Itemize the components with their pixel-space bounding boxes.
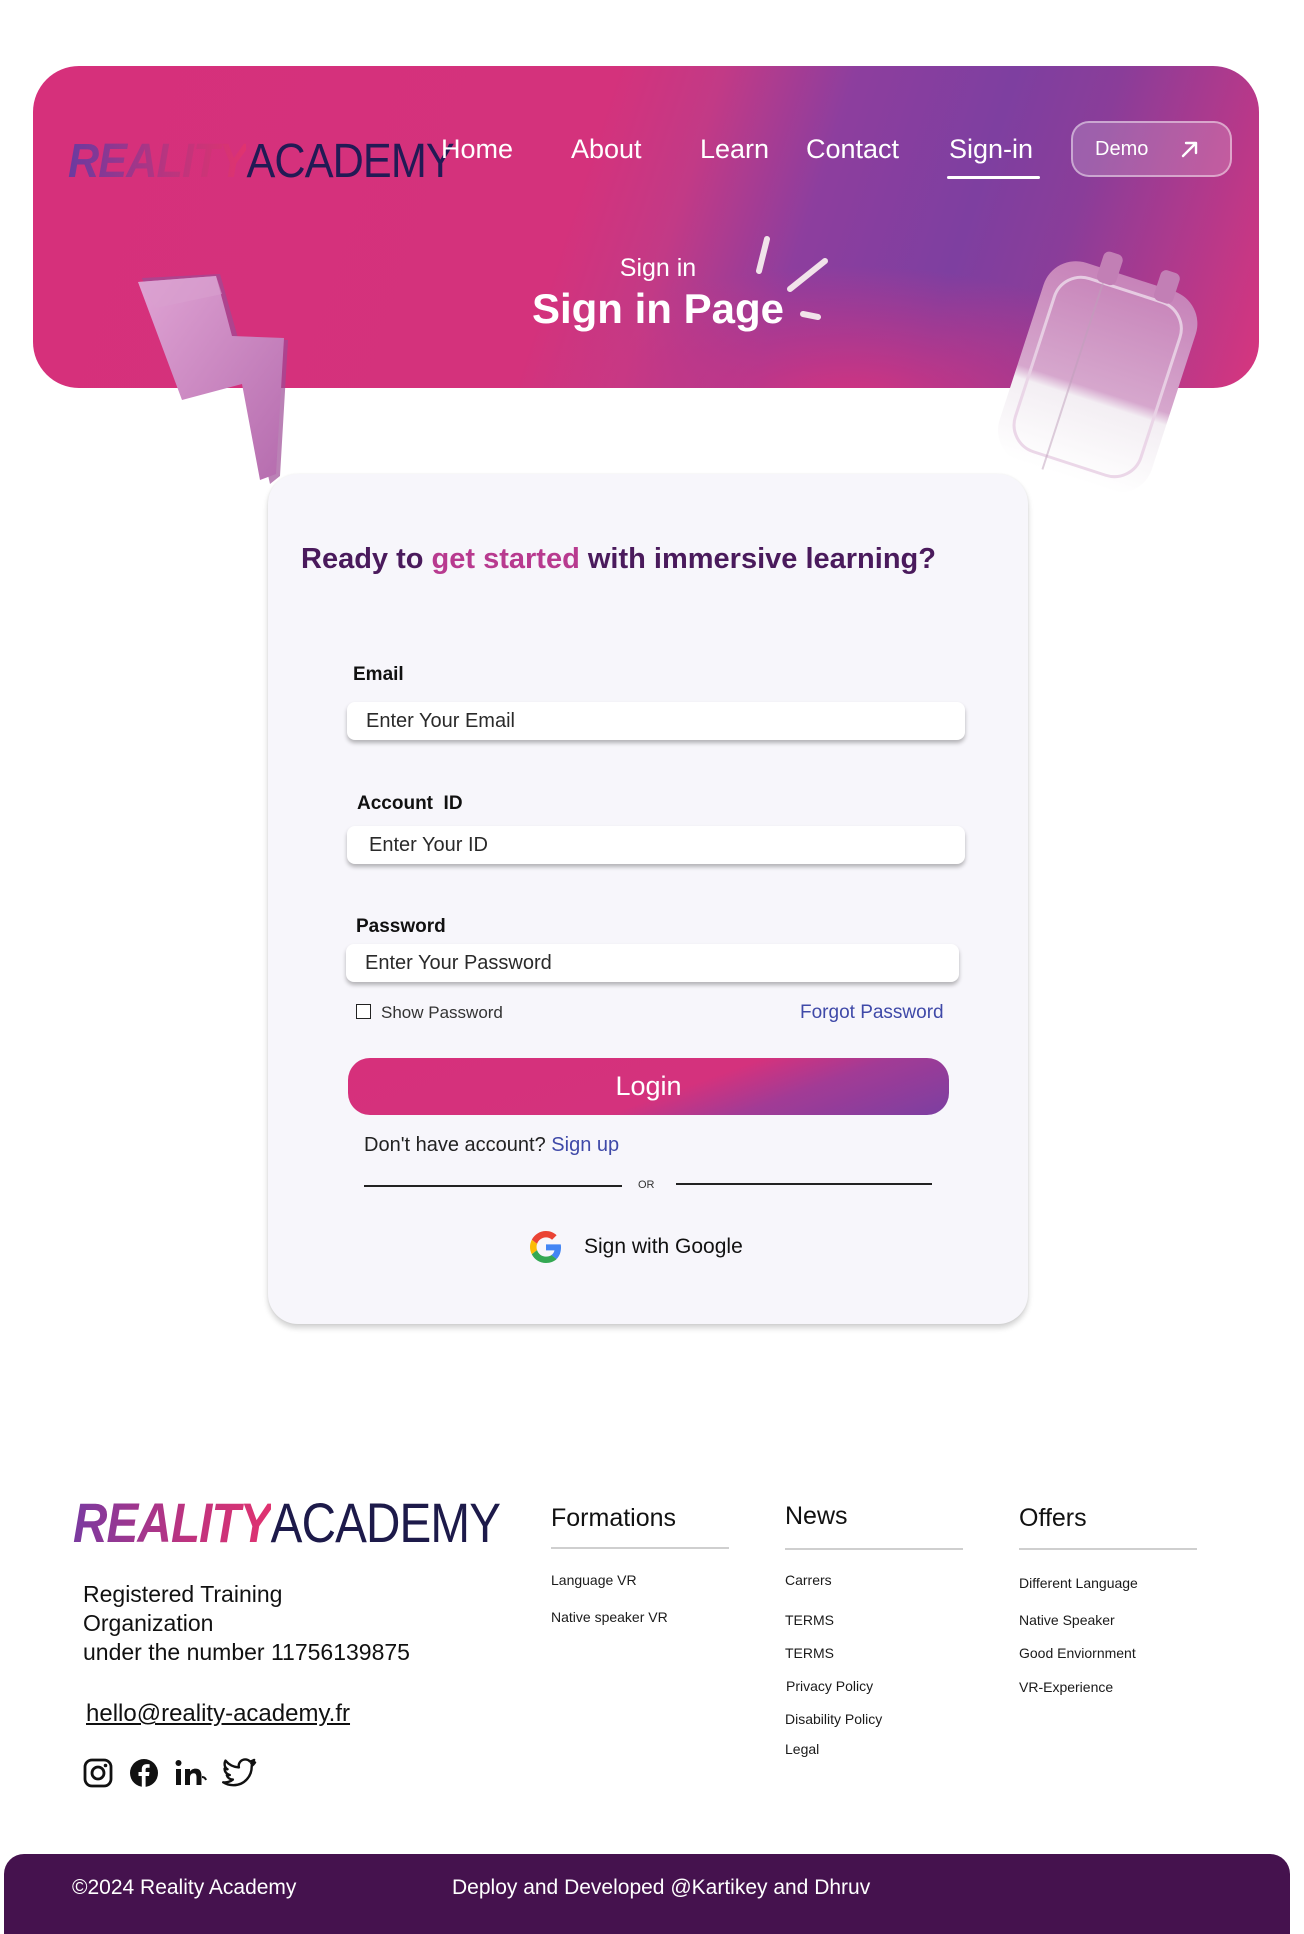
org-line-1: Registered Training [83, 1581, 283, 1607]
arrow-up-right-icon [1181, 141, 1198, 158]
logo-part-reality: REALITY [68, 135, 247, 188]
nav-home[interactable]: Home [441, 134, 513, 165]
signup-link[interactable]: Sign up [551, 1134, 619, 1156]
no-account-prompt: Don't have account? Sign up [364, 1134, 619, 1157]
briefcase-3d-icon [998, 251, 1198, 493]
show-password-checkbox[interactable] [356, 1004, 371, 1019]
google-icon [530, 1231, 561, 1263]
nav-learn[interactable]: Learn [700, 134, 769, 165]
demo-button-label: Demo [1095, 137, 1149, 160]
footer-link-disability-policy[interactable]: Disability Policy [785, 1711, 882, 1727]
footer-col-offers-title: Offers [1019, 1504, 1087, 1532]
no-account-text: Don't have account? [364, 1134, 546, 1156]
footer-link-legal[interactable]: Legal [785, 1741, 819, 1757]
footer-link-carrers[interactable]: Carrers [785, 1572, 832, 1588]
google-signin-button[interactable]: Sign with Google [530, 1231, 743, 1263]
card-heading-part2: with immersive learning? [587, 543, 936, 575]
login-card [268, 474, 1028, 1324]
instagram-icon[interactable] [82, 1757, 114, 1789]
footer-link-good-environment[interactable]: Good Enviornment [1019, 1645, 1136, 1661]
developer-credit: Deploy and Developed @Kartikey and Dhruv [452, 1876, 871, 1899]
lightning-bolt-3d-icon [138, 274, 288, 484]
footer-col-offers-divider [1019, 1548, 1197, 1550]
footer-link-native-speaker[interactable]: Native Speaker [1019, 1612, 1115, 1628]
organization-info: Registered Training Organization under t… [83, 1580, 503, 1667]
password-label: Password [356, 916, 446, 937]
social-links [82, 1757, 258, 1789]
show-password-label: Show Password [381, 1003, 503, 1022]
email-field[interactable] [347, 702, 965, 740]
footer-col-news-title: News [785, 1502, 848, 1530]
footer-logo-part-reality: REALITY [73, 1491, 272, 1554]
footer-col-formations-divider [551, 1547, 729, 1549]
account-id-field[interactable] [347, 826, 965, 864]
org-line-2: Organization [83, 1610, 214, 1636]
footer-link-terms-1[interactable]: TERMS [785, 1612, 834, 1628]
nav-contact[interactable]: Contact [806, 134, 899, 165]
footer-link-vr-experience[interactable]: VR-Experience [1019, 1679, 1113, 1695]
linkedin-icon[interactable] [174, 1757, 208, 1789]
footer-link-privacy-policy[interactable]: Privacy Policy [786, 1678, 873, 1694]
google-signin-label: Sign with Google [584, 1235, 743, 1258]
footer-link-language-vr[interactable]: Language VR [551, 1572, 637, 1588]
copyright-text: ©2024 Reality Academy [72, 1876, 297, 1899]
divider-right [676, 1183, 932, 1185]
forgot-password-link[interactable]: Forgot Password [800, 1002, 944, 1024]
footer-link-different-language[interactable]: Different Language [1019, 1575, 1138, 1591]
org-line-3: under the number 11756139875 [83, 1639, 410, 1665]
nav-signin[interactable]: Sign-in [949, 134, 1033, 165]
footer-logo-part-academy: ACADEMY [270, 1491, 501, 1554]
header-logo[interactable]: REALITY ACADEMY [68, 134, 455, 189]
account-id-label: Account ID [357, 793, 463, 814]
email-label: Email [353, 664, 404, 685]
divider-left [364, 1185, 622, 1187]
login-button[interactable]: Login [348, 1058, 949, 1115]
password-field[interactable] [346, 944, 959, 982]
footer-logo[interactable]: REALITY ACADEMY [73, 1490, 501, 1555]
facebook-icon[interactable] [128, 1757, 160, 1789]
footer-col-news-divider [785, 1548, 963, 1550]
sparkle-lines-icon [756, 236, 828, 320]
twitter-icon[interactable] [222, 1757, 258, 1789]
contact-email-link[interactable]: hello@reality-academy.fr [86, 1700, 350, 1728]
footer-col-formations-title: Formations [551, 1504, 677, 1532]
divider-or-label: OR [638, 1179, 655, 1191]
card-heading-part1: Ready to [301, 543, 424, 575]
logo-part-academy: ACADEMY [246, 135, 455, 188]
card-heading: Ready to get started with immersive lear… [301, 543, 936, 576]
footer-link-terms-2[interactable]: TERMS [785, 1645, 834, 1661]
card-heading-accent: get started [431, 543, 580, 575]
demo-button[interactable]: Demo [1071, 121, 1232, 177]
nav-about[interactable]: About [571, 134, 642, 165]
footer-link-native-speaker-vr[interactable]: Native speaker VR [551, 1609, 668, 1625]
nav-active-indicator [947, 176, 1040, 179]
